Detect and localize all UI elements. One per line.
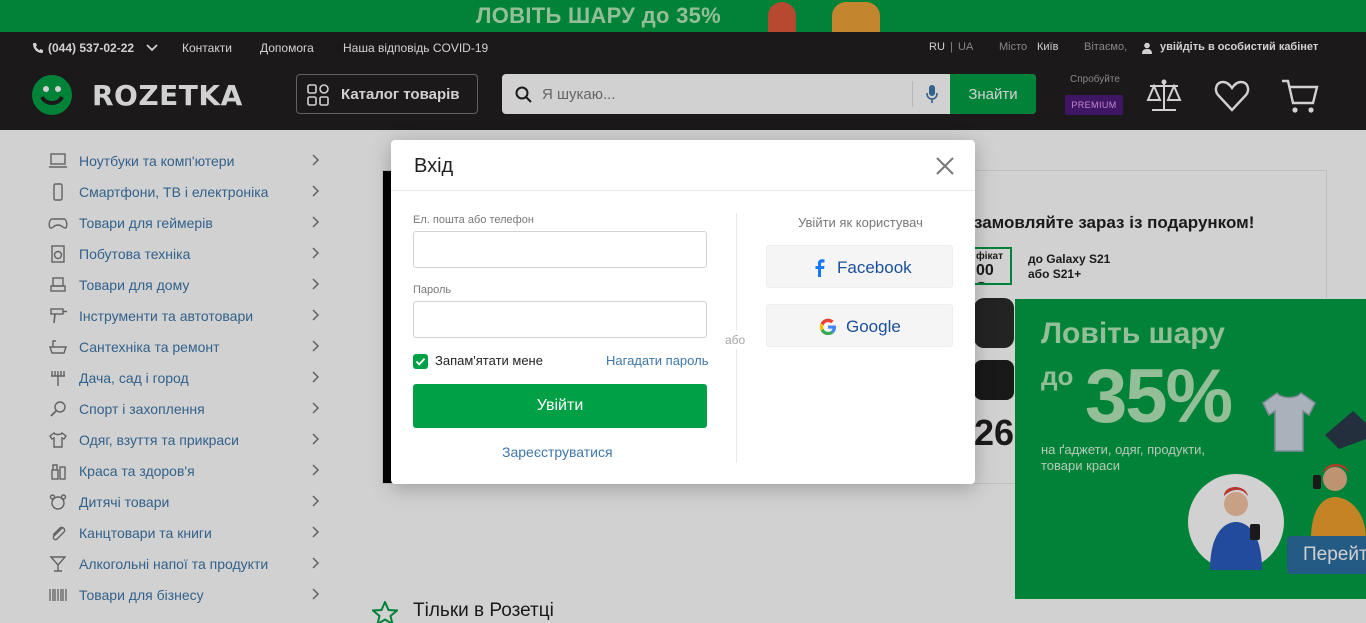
- forgot-password-link[interactable]: Нагадати пароль: [606, 353, 708, 368]
- login-submit-button[interactable]: Увійти: [413, 384, 707, 428]
- modal-header: Вхід: [391, 140, 975, 191]
- close-icon: [936, 157, 954, 175]
- google-login-button[interactable]: Google: [766, 304, 953, 347]
- close-modal-button[interactable]: [933, 154, 957, 178]
- google-button-label: Google: [846, 317, 901, 336]
- login-modal: Вхід Ел. пошта або телефон Пароль Запам'…: [391, 140, 975, 484]
- checkbox-checked-icon: [413, 354, 428, 369]
- password-field-label: Пароль: [413, 284, 452, 296]
- email-field-label: Ел. пошта або телефон: [413, 214, 534, 226]
- social-login-title: Увійти як користувач: [798, 215, 923, 230]
- or-separator: або: [725, 331, 746, 349]
- remember-me-label: Запам'ятати мене: [435, 353, 543, 368]
- email-field[interactable]: [413, 231, 707, 268]
- facebook-button-label: Facebook: [837, 258, 912, 277]
- password-field[interactable]: [413, 301, 707, 338]
- facebook-login-button[interactable]: Facebook: [766, 245, 953, 288]
- register-link[interactable]: Зареєструватися: [502, 444, 613, 460]
- modal-title: Вхід: [414, 155, 454, 177]
- facebook-icon: [815, 259, 825, 277]
- google-icon: [819, 318, 836, 335]
